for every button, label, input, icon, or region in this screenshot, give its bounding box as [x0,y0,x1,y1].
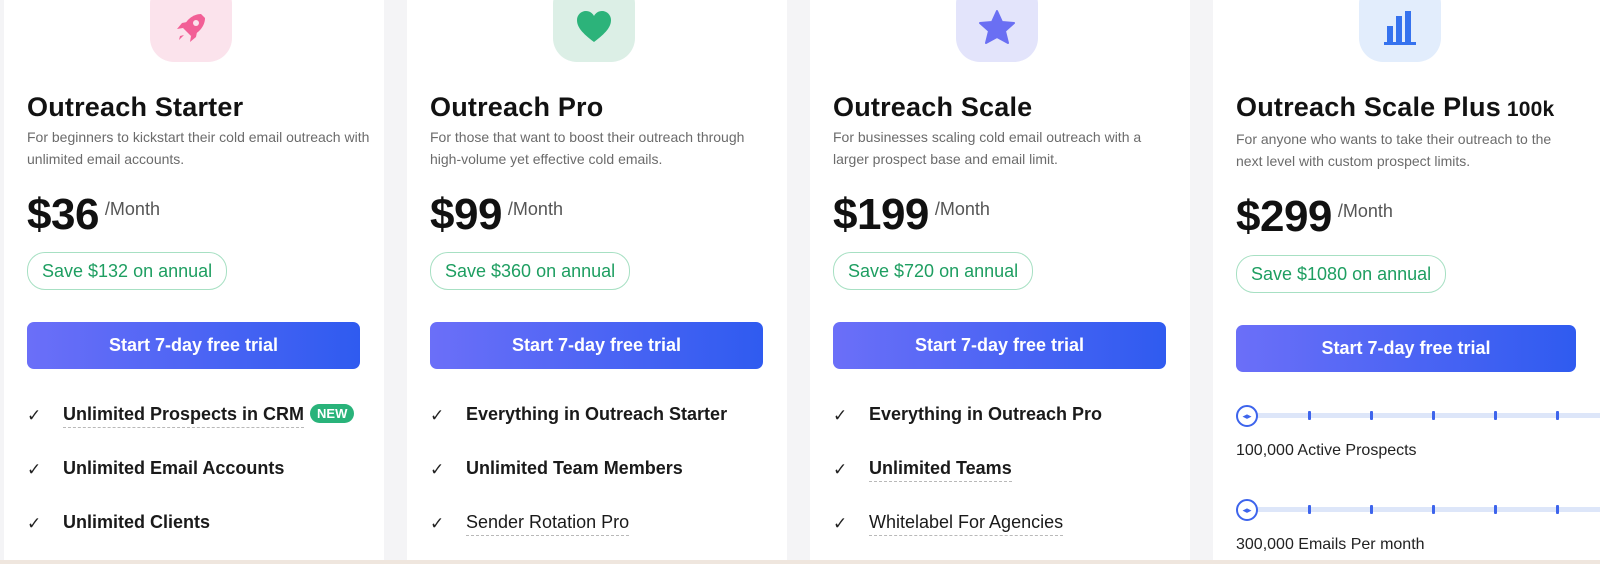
check-icon: ✓ [430,514,445,533]
feature-label: Unlimited Team Members [466,458,683,478]
annual-savings-badge: Save $1080 on annual [1236,255,1447,293]
slider-handle-icon[interactable]: ◂▸ [1236,405,1258,427]
price-period: /Month [1337,201,1393,221]
check-icon: ✓ [27,460,42,479]
price-amount: $36 [27,190,99,239]
slider-tick [1494,505,1497,514]
feature-label: Unlimited Email Accounts [63,458,285,478]
plan-title: Outreach Scale Plus 100k [1236,92,1555,122]
feature-item: ✓ Unlimited Team Members [430,458,727,512]
start-trial-button[interactable]: Start 7-day free trial [27,322,360,369]
slider-tick [1556,411,1559,420]
emails-slider-label: 300,000 Emails Per month [1236,536,1425,553]
feature-label: Everything in Outreach Starter [466,404,728,424]
slider-tick [1308,505,1311,514]
feature-label[interactable]: Unlimited Teams [869,458,1012,482]
plan-icon-box [1359,0,1441,62]
heart-icon [574,0,614,53]
annual-savings-badge: Save $720 on annual [833,252,1034,290]
feature-item: ✓ Whitelabel For Agencies [833,512,1102,560]
plan-icon-box [553,0,635,62]
plan-description: For anyone who wants to take their outre… [1236,131,1552,169]
plan-description: For businesses scaling cold email outrea… [833,129,1142,167]
plan-title: Outreach Starter [27,92,244,122]
check-icon: ✓ [430,460,445,479]
feature-label: Everything in Outreach Pro [869,404,1103,424]
slider-tick [1370,411,1373,420]
feature-item: ✓ Unlimited Teams [833,458,1102,512]
check-icon: ✓ [430,406,445,425]
slider-tick [1556,505,1559,514]
slider-tick [1308,411,1311,420]
slider-tick [1432,505,1435,514]
annual-savings-badge: Save $132 on annual [27,252,228,290]
price-amount: $299 [1236,192,1332,241]
plan-price: $99/Month [430,190,563,240]
start-trial-button[interactable]: Start 7-day free trial [1236,325,1576,372]
rocket-icon [171,0,211,53]
prospect-tier-label: 100k [1506,98,1555,121]
bar-chart-icon [1380,0,1420,53]
feature-label[interactable]: Unlimited Prospects in CRM [63,404,305,428]
plan-card-outreach-pro: Outreach Pro For those that want to boos… [407,0,787,560]
slider-track[interactable] [1246,507,1600,512]
start-trial-button[interactable]: Start 7-day free trial [430,322,763,369]
slider-handle-icon[interactable]: ◂▸ [1236,499,1258,521]
feature-list: ✓ Everything in Outreach Starter ✓ Unlim… [430,404,727,560]
price-period: /Month [507,199,563,219]
check-icon: ✓ [833,406,848,425]
new-badge: NEW [310,404,355,423]
price-amount: $199 [833,190,929,239]
start-trial-button[interactable]: Start 7-day free trial [833,322,1166,369]
feature-label: Unlimited Clients [63,512,211,532]
slider-track[interactable] [1246,413,1600,418]
check-icon: ✓ [833,514,848,533]
plan-title: Outreach Pro [430,92,604,122]
plan-price: $299/Month [1236,192,1393,242]
plan-icon-box [150,0,232,62]
check-icon: ✓ [833,460,848,479]
plan-card-outreach-scale-plus: Outreach Scale Plus 100k For anyone who w… [1213,0,1600,560]
slider-tick [1432,411,1435,420]
star-icon [977,0,1017,53]
emails-slider[interactable]: ◂▸ [1236,499,1600,521]
plan-card-outreach-scale: Outreach Scale For businesses scaling co… [810,0,1190,560]
plan-description: For beginners to kickstart their cold em… [27,129,370,167]
feature-item: ✓ Unlimited Prospects in CRM NEW [27,404,355,458]
check-icon: ✓ [27,406,42,425]
prospects-slider[interactable]: ◂▸ [1236,405,1600,427]
slider-tick [1370,505,1373,514]
plan-price: $36/Month [27,190,160,240]
price-amount: $99 [430,190,502,239]
check-icon: ✓ [27,514,42,533]
annual-savings-badge: Save $360 on annual [430,252,631,290]
prospects-slider-label: 100,000 Active Prospects [1236,442,1417,459]
plan-description: For those that want to boost their outre… [430,129,745,167]
feature-list: ✓ Unlimited Prospects in CRM NEW ✓ Unlim… [27,404,355,560]
plan-icon-box [956,0,1038,62]
price-period: /Month [104,199,160,219]
slider-tick [1494,411,1497,420]
plan-title: Outreach Scale [833,92,1033,122]
feature-item: ✓ Unlimited Clients [27,512,354,560]
feature-label[interactable]: Whitelabel For Agencies [869,512,1064,536]
price-period: /Month [934,199,990,219]
page-bottom-edge [0,560,1600,564]
feature-item: ✓ Sender Rotation Pro [430,512,727,560]
plan-card-outreach-starter: Outreach Starter For beginners to kickst… [4,0,384,560]
feature-list: ✓ Everything in Outreach Pro ✓ Unlimited… [833,404,1102,560]
feature-item: ✓ Everything in Outreach Pro [833,404,1102,458]
feature-item: ✓ Everything in Outreach Starter [430,404,727,458]
feature-label[interactable]: Sender Rotation Pro [466,512,630,536]
plan-price: $199/Month [833,190,990,240]
feature-item: ✓ Unlimited Email Accounts [27,458,354,512]
